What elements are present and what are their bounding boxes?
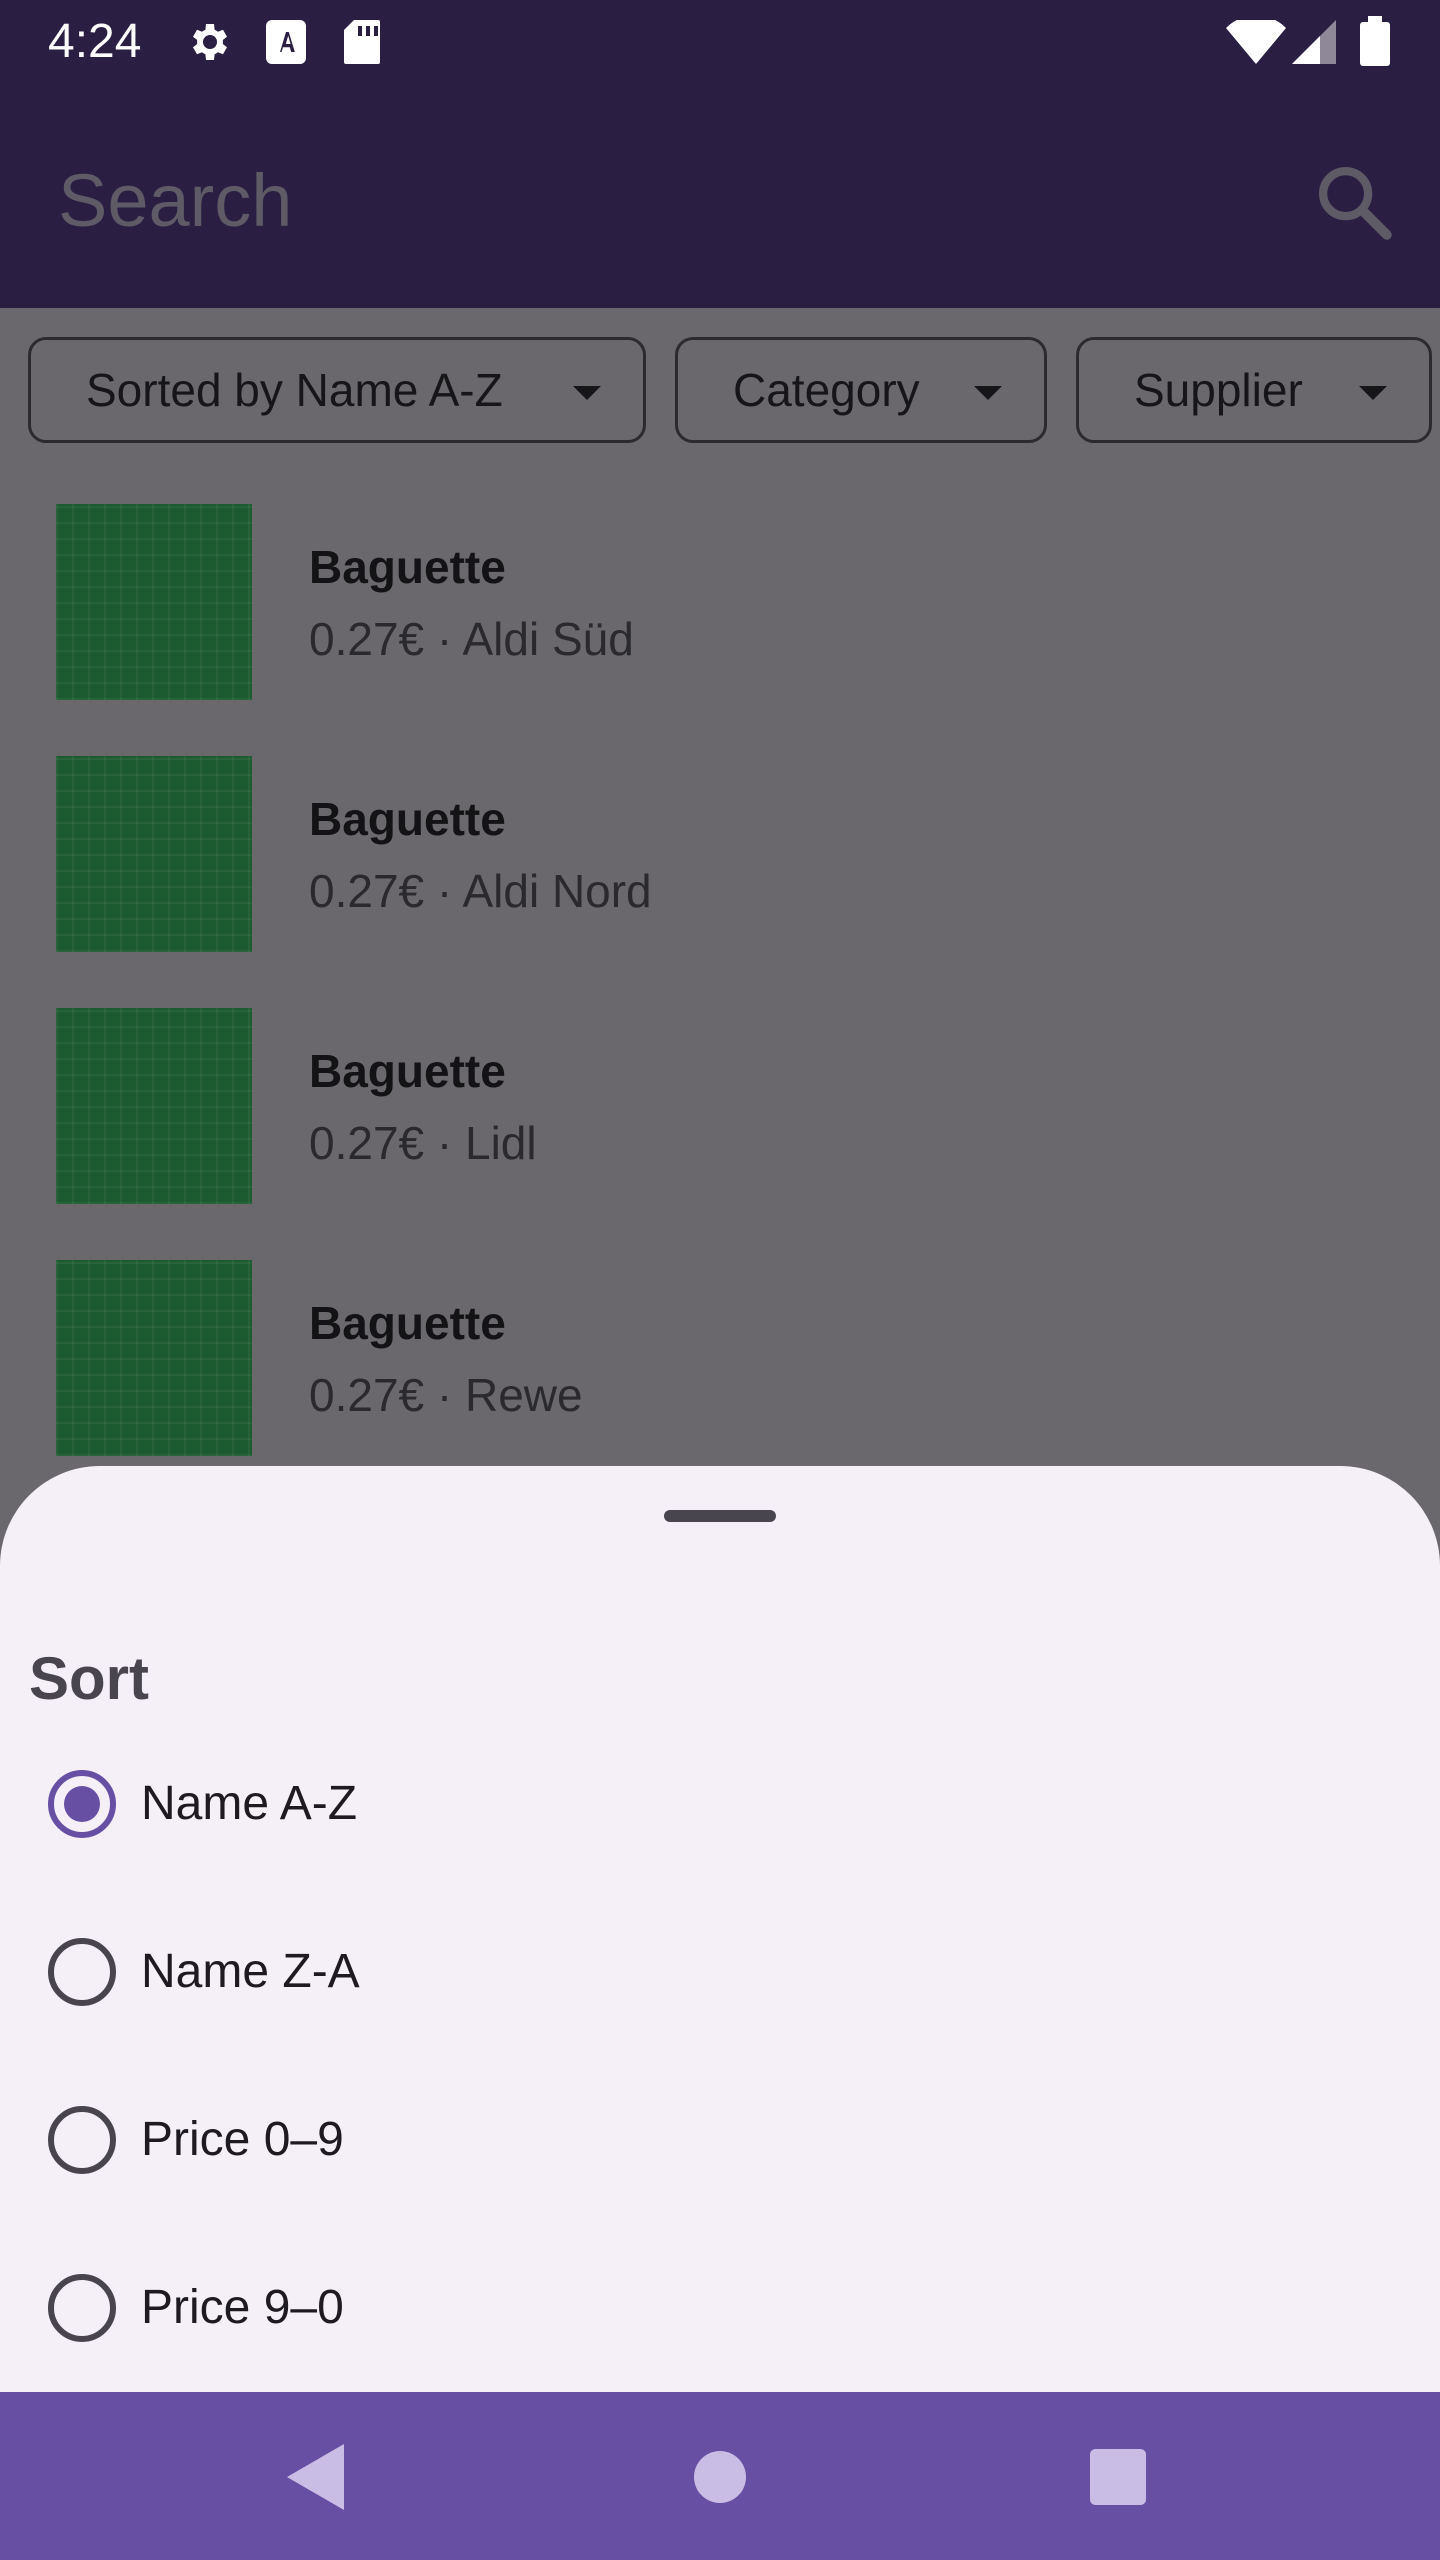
dropdown-arrow-icon [974, 386, 1002, 400]
product-name: Baguette [309, 541, 506, 593]
product-price-supplier: 0.27€ · Aldi Süd [309, 613, 634, 665]
sort-filter-chip[interactable]: Sorted by Name A-Z [28, 337, 646, 443]
sort-option-label: Name Z-A [141, 1945, 360, 1998]
category-filter-label: Category [733, 364, 920, 416]
gear-icon [193, 24, 227, 60]
sort-option-label: Price 0–9 [141, 2113, 344, 2166]
back-button[interactable] [272, 2432, 362, 2522]
dropdown-arrow-icon [573, 386, 601, 400]
sort-filter-label: Sorted by Name A-Z [86, 364, 503, 416]
home-icon [694, 2451, 746, 2503]
recents-icon [1090, 2449, 1146, 2505]
product-name: Baguette [309, 1045, 506, 1097]
font-a-icon [266, 20, 306, 64]
sort-option-name-a-z[interactable]: Name A-Z [0, 1724, 1440, 1884]
back-icon [287, 2444, 344, 2510]
drag-handle[interactable] [664, 1510, 776, 1522]
search-app-bar [0, 84, 1440, 308]
system-navigation-bar [0, 2392, 1440, 2560]
wifi-icon [1226, 20, 1286, 64]
product-name: Baguette [309, 1297, 506, 1349]
product-list-item[interactable]: Baguette 0.27€ · Lidl [0, 1008, 1440, 1258]
product-thumbnail [56, 756, 252, 952]
signal-icon [1292, 20, 1336, 64]
recents-button[interactable] [1073, 2432, 1163, 2522]
status-time: 4:24 [48, 15, 142, 68]
product-price-supplier: 0.27€ · Aldi Nord [309, 865, 652, 917]
product-thumbnail [56, 504, 252, 700]
sort-option-name-z-a[interactable]: Name Z-A [0, 1892, 1440, 2052]
status-bar: 4:24 [0, 0, 1440, 84]
radio-unselected-icon[interactable] [48, 1938, 116, 2006]
supplier-filter-chip[interactable]: Supplier [1076, 337, 1432, 443]
product-price-supplier: 0.27€ · Lidl [309, 1117, 537, 1169]
sort-option-label: Price 9–0 [141, 2281, 344, 2334]
battery-icon [1360, 16, 1390, 66]
product-list-item[interactable]: Baguette 0.27€ · Aldi Süd [0, 504, 1440, 754]
product-name: Baguette [309, 793, 506, 845]
product-list-item[interactable]: Baguette 0.27€ · Aldi Nord [0, 756, 1440, 1006]
search-icon [1319, 167, 1392, 240]
home-button[interactable] [675, 2432, 765, 2522]
sort-option-label: Name A-Z [141, 1777, 358, 1830]
dropdown-arrow-icon [1359, 386, 1387, 400]
sort-option-price-asc[interactable]: Price 0–9 [0, 2060, 1440, 2220]
product-thumbnail [56, 1260, 252, 1456]
category-filter-chip[interactable]: Category [675, 337, 1047, 443]
sort-option-price-desc[interactable]: Price 9–0 [0, 2228, 1440, 2388]
search-input[interactable] [56, 154, 1160, 246]
sheet-title: Sort [29, 1645, 149, 1712]
supplier-filter-label: Supplier [1134, 364, 1303, 416]
radio-unselected-icon[interactable] [48, 2274, 116, 2342]
product-price-supplier: 0.27€ · Rewe [309, 1369, 583, 1421]
radio-unselected-icon[interactable] [48, 2106, 116, 2174]
radio-selected-icon[interactable] [48, 1770, 116, 1838]
sd-card-icon [344, 20, 380, 64]
product-thumbnail [56, 1008, 252, 1204]
search-button[interactable] [1310, 158, 1400, 248]
